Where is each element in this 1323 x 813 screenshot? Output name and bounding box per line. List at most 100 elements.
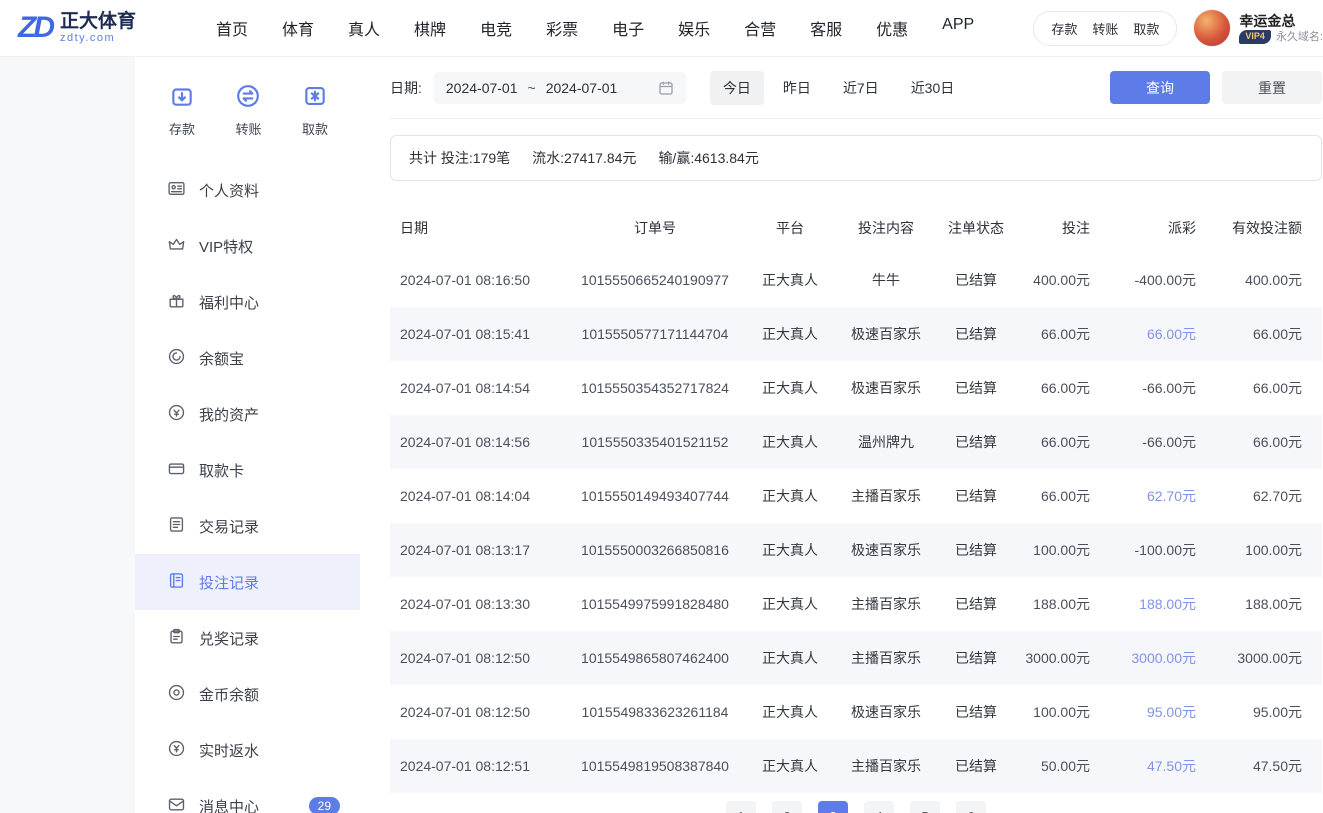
page-button[interactable]: 4 <box>864 801 894 813</box>
cell-status: 已结算 <box>955 380 997 396</box>
cell-payout: 66.00元 <box>1146 326 1196 342</box>
filter-bar: 日期: 2024-07-01 ~ 2024-07-01 今日 昨日 近7日 近3… <box>390 57 1322 119</box>
cell-status: 已结算 <box>955 542 997 558</box>
page-button[interactable]: 6 <box>956 801 986 813</box>
nav-item-live[interactable]: 真人 <box>348 16 380 40</box>
header-transfer-link[interactable]: 转账 <box>1092 19 1118 38</box>
quick-range-7days[interactable]: 近7日 <box>830 71 892 105</box>
search-button[interactable]: 查询 <box>1110 71 1210 104</box>
cell-valid: 100.00元 <box>1245 542 1302 558</box>
sidebar-withdraw-button[interactable]: 取款 <box>302 83 328 138</box>
cell-bet: 66.00元 <box>1040 326 1090 342</box>
quick-range-30days[interactable]: 近30日 <box>898 71 968 105</box>
nav-item-support[interactable]: 客服 <box>810 16 842 40</box>
cell-order: 1015550149493407744 <box>581 488 729 504</box>
sidebar-quick-actions: 存款 转账 取款 <box>135 57 360 138</box>
header-withdraw-link[interactable]: 取款 <box>1133 19 1159 38</box>
cell-payout: -66.00元 <box>1142 380 1196 396</box>
nav-item-promos[interactable]: 优惠 <box>876 16 908 40</box>
sidebar-item-yuebao[interactable]: 余额宝 <box>135 330 360 386</box>
sidebar-item-welfare[interactable]: 福利中心 <box>135 274 360 330</box>
sidebar-item-withdraw-card[interactable]: 取款卡 <box>135 442 360 498</box>
page-button[interactable]: 2 <box>772 801 802 813</box>
gift-icon <box>167 291 186 314</box>
nav-item-slots[interactable]: 电子 <box>612 16 644 40</box>
nav-item-app[interactable]: APP <box>942 16 974 40</box>
sidebar: 存款 转账 取款 个人资料 VIP特权 福利中心 余额宝 我的资产 取款卡 交易… <box>135 57 360 813</box>
permanent-domain-label: 永久域名: <box>1275 30 1323 43</box>
sidebar-quick-label: 取款 <box>301 122 328 137</box>
cell-valid: 47.50元 <box>1252 758 1302 774</box>
cell-platform: 正大真人 <box>762 542 818 558</box>
cell-order: 1015550003266850816 <box>581 542 729 558</box>
cell-payout: -400.00元 <box>1134 272 1196 288</box>
nav-item-esports[interactable]: 电竞 <box>480 16 512 40</box>
sidebar-item-rebate[interactable]: 实时返水 <box>135 722 360 778</box>
sidebar-item-profile[interactable]: 个人资料 <box>135 162 360 218</box>
bank-card-icon <box>167 459 186 482</box>
nav-item-chess[interactable]: 棋牌 <box>414 16 446 40</box>
user-account[interactable]: 幸运金总 VIP4 永久域名: <box>1193 9 1323 47</box>
cell-payout: 188.00元 <box>1139 596 1196 612</box>
calendar-icon <box>659 81 673 95</box>
sidebar-quick-label: 转账 <box>235 122 262 137</box>
cell-content: 极速百家乐 <box>851 326 921 342</box>
nav-item-partnership[interactable]: 合营 <box>744 16 776 40</box>
crown-icon <box>167 235 186 258</box>
cell-content: 主播百家乐 <box>851 758 921 774</box>
summary-bar: 共计 投注:179笔 流水:27417.84元 输/赢:4613.84元 <box>390 135 1322 181</box>
sidebar-item-bet-records[interactable]: 投注记录 <box>135 554 360 610</box>
summary-winloss: 输/赢:4613.84元 <box>658 150 759 166</box>
cell-platform: 正大真人 <box>762 272 818 288</box>
quick-range-today[interactable]: 今日 <box>709 70 764 105</box>
cell-valid: 188.00元 <box>1245 596 1302 612</box>
cell-date: 2024-07-01 08:14:04 <box>400 488 530 504</box>
cell-order: 1015549865807462400 <box>581 650 729 666</box>
nav-item-lottery[interactable]: 彩票 <box>546 16 578 40</box>
reset-button[interactable]: 重置 <box>1222 71 1322 104</box>
sidebar-item-vip[interactable]: VIP特权 <box>135 218 360 274</box>
cell-status: 已结算 <box>955 272 997 288</box>
table-row: 2024-07-01 08:14:54 1015550354352717824 正大… <box>390 361 1322 415</box>
sidebar-item-label: 投注记录 <box>199 574 260 592</box>
sidebar-deposit-button[interactable]: 存款 <box>169 83 195 138</box>
envelope-icon <box>167 795 186 813</box>
brand-logo[interactable]: ZD 正大体育 zdty.com <box>18 11 196 45</box>
cell-bet: 188.00元 <box>1033 596 1090 612</box>
quick-range-yesterday[interactable]: 昨日 <box>770 71 824 105</box>
cell-date: 2024-07-01 08:14:56 <box>400 434 530 450</box>
cell-date: 2024-07-01 08:12:50 <box>400 704 530 720</box>
page-button[interactable]: 1 <box>726 801 756 813</box>
sidebar-item-label: 交易记录 <box>199 518 260 536</box>
date-range-input[interactable]: 2024-07-01 ~ 2024-07-01 <box>433 71 686 104</box>
nav-item-home[interactable]: 首页 <box>216 16 248 40</box>
cell-order: 1015550335401521152 <box>581 434 729 450</box>
page-button[interactable]: 5 <box>910 801 940 813</box>
sidebar-item-assets[interactable]: 我的资产 <box>135 386 360 442</box>
cell-order: 1015550665240190977 <box>581 272 729 288</box>
sidebar-item-label: 余额宝 <box>199 350 245 368</box>
nav-item-sports[interactable]: 体育 <box>282 16 314 40</box>
nav-item-entertainment[interactable]: 娱乐 <box>678 16 710 40</box>
message-count-badge: 29 <box>308 797 340 813</box>
cell-platform: 正大真人 <box>762 434 818 450</box>
header-deposit-link[interactable]: 存款 <box>1051 19 1077 38</box>
avatar[interactable] <box>1193 9 1232 47</box>
cell-valid: 66.00元 <box>1252 434 1302 450</box>
cell-platform: 正大真人 <box>762 758 818 774</box>
sidebar-item-redeem-records[interactable]: 兑奖记录 <box>135 610 360 666</box>
cell-bet: 66.00元 <box>1040 488 1090 504</box>
column-header-platform: 平台 <box>776 220 804 236</box>
cell-platform: 正大真人 <box>762 596 818 612</box>
cell-valid: 66.00元 <box>1252 326 1302 342</box>
column-header-bet: 投注 <box>1062 220 1090 236</box>
sidebar-item-messages[interactable]: 消息中心 29 <box>135 778 360 813</box>
sidebar-transfer-button[interactable]: 转账 <box>235 83 262 138</box>
sidebar-item-gold-balance[interactable]: 金币余额 <box>135 666 360 722</box>
sidebar-item-label: 我的资产 <box>199 406 260 424</box>
sidebar-item-transactions[interactable]: 交易记录 <box>135 498 360 554</box>
page-button[interactable]: 3 <box>818 801 848 813</box>
cell-platform: 正大真人 <box>762 704 818 720</box>
table-body: 2024-07-01 08:16:50 1015550665240190977 正大… <box>390 253 1322 793</box>
table-row: 2024-07-01 08:12:50 1015549865807462400 正大… <box>390 631 1322 685</box>
